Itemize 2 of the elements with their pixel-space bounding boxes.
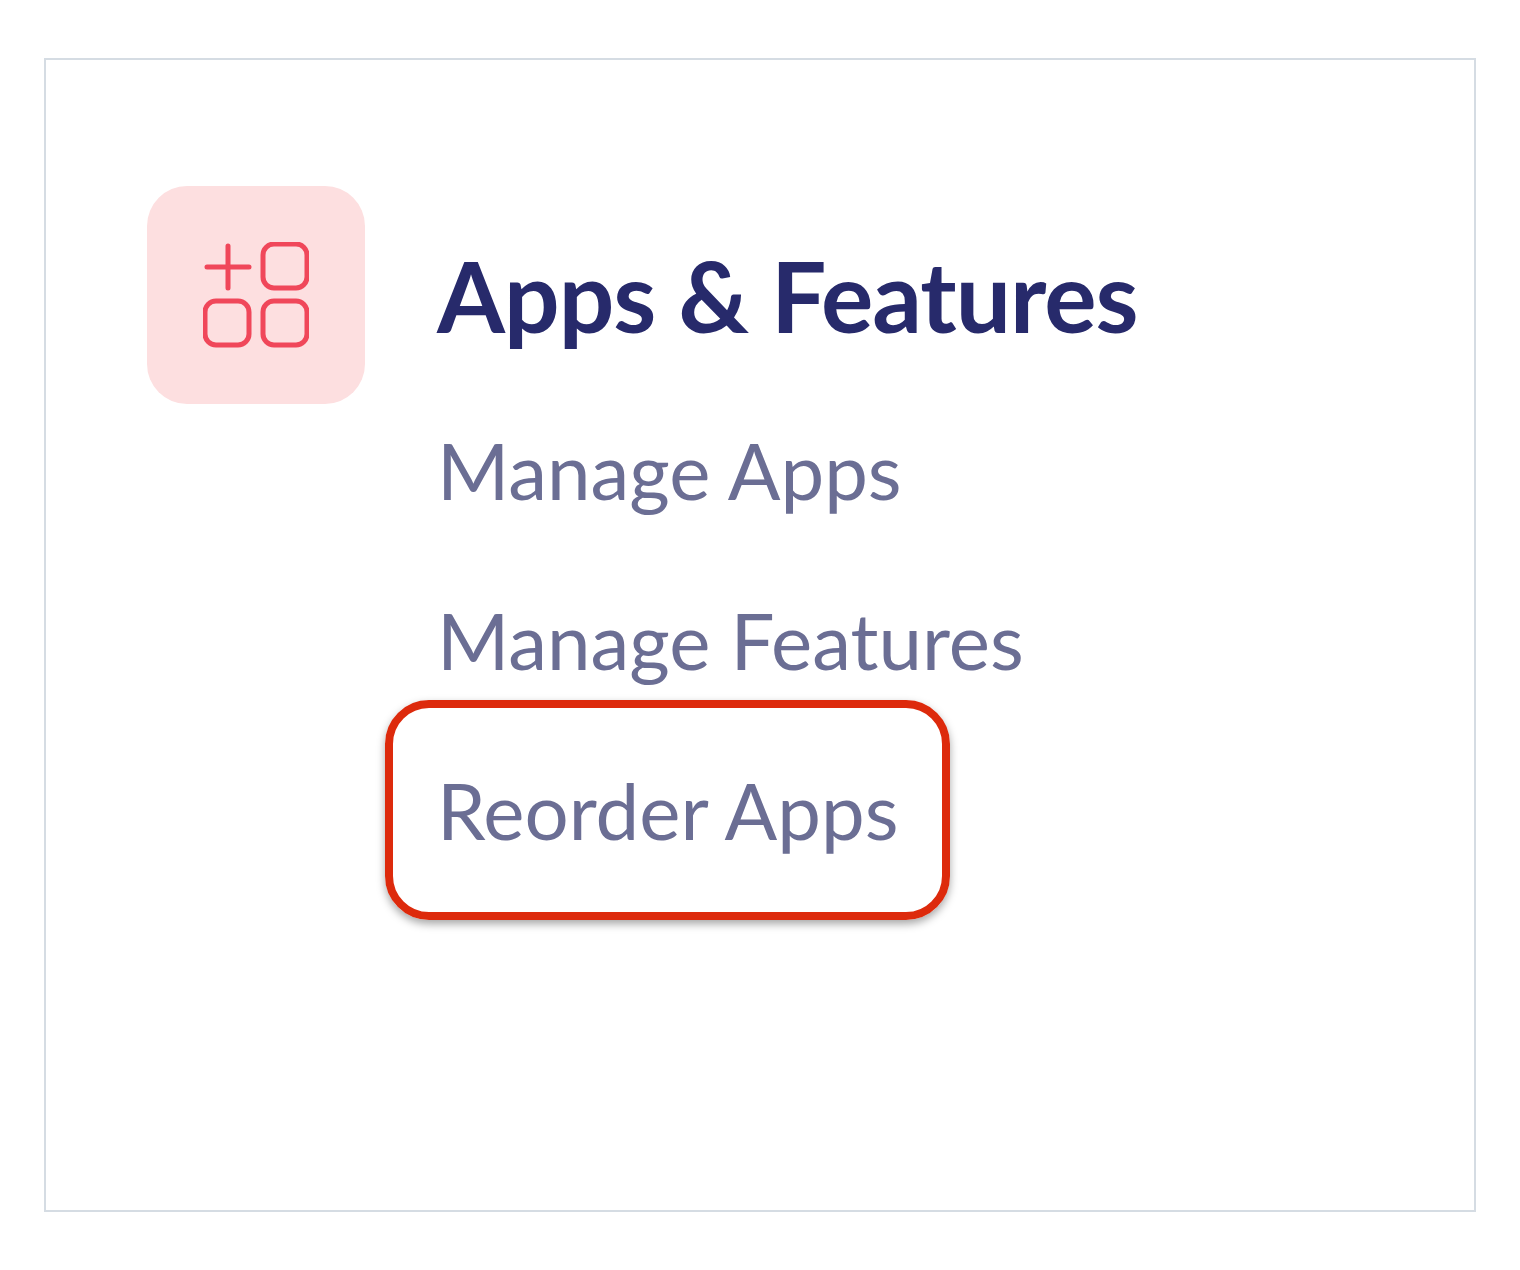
apps-grid-icon xyxy=(203,242,309,348)
menu-link[interactable]: Reorder Apps xyxy=(385,700,951,920)
